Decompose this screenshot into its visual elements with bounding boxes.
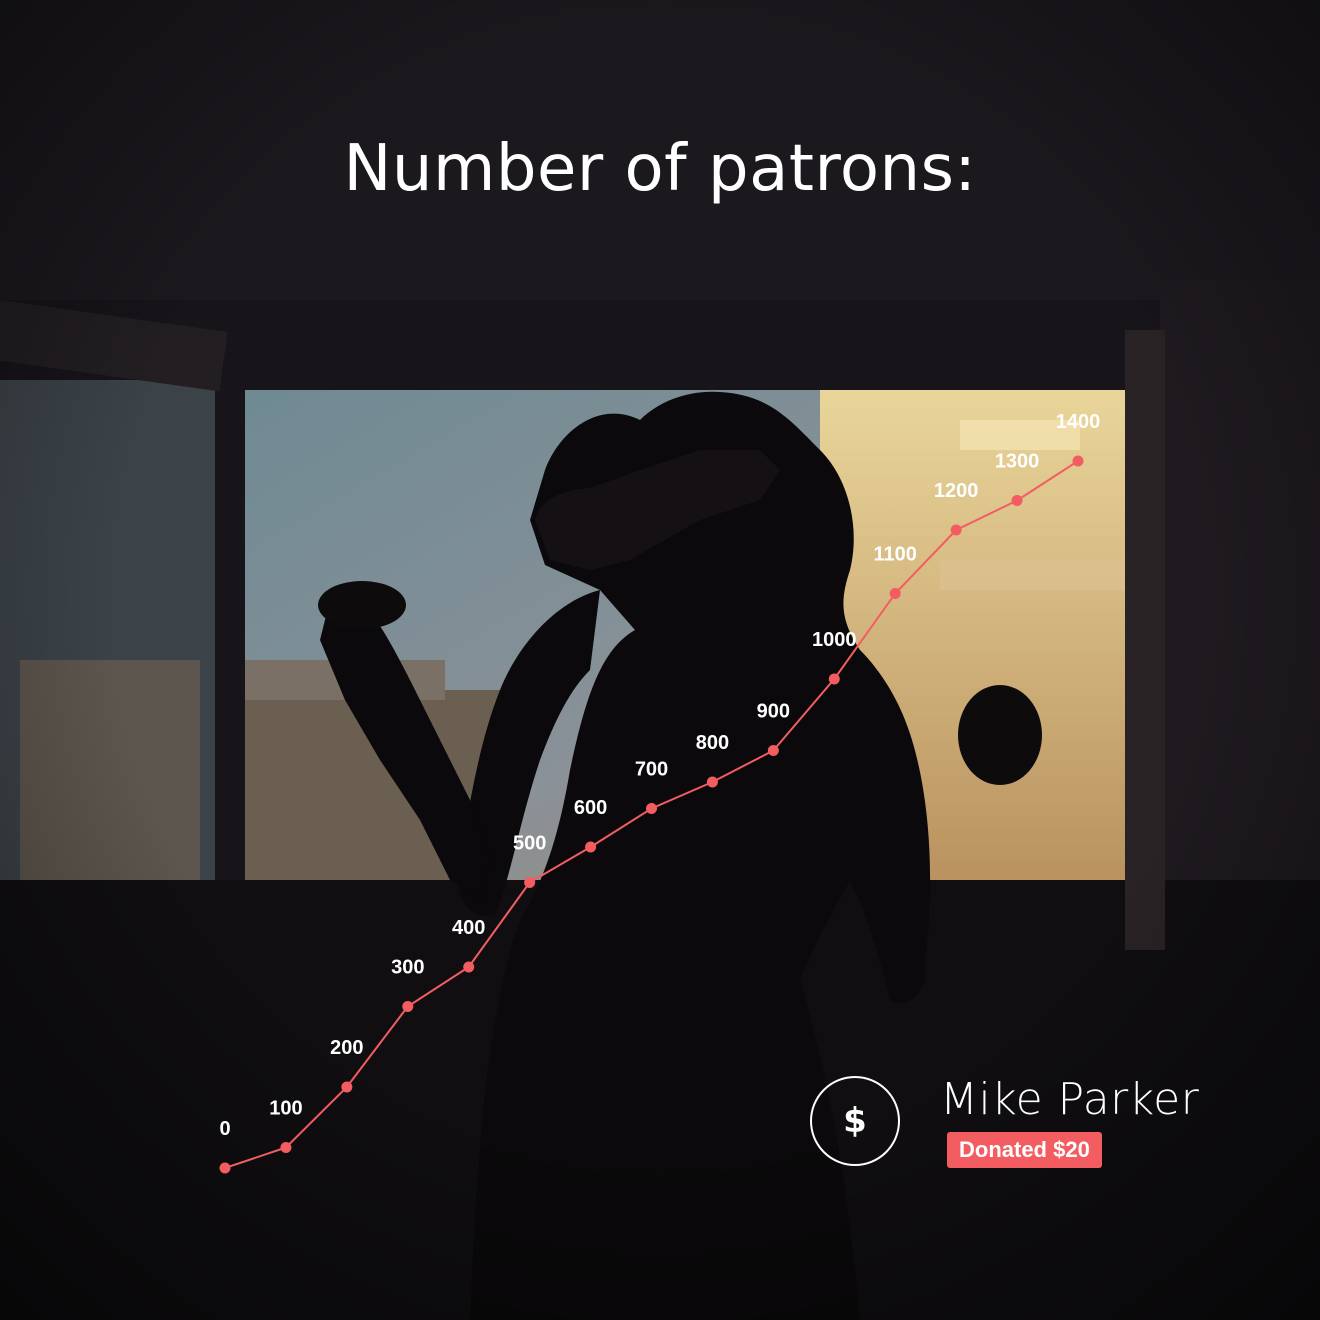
data-points-group <box>219 455 1084 1174</box>
data-point <box>767 745 779 756</box>
data-point <box>828 673 840 685</box>
data-point <box>1072 455 1084 467</box>
data-label: 600 <box>574 797 607 819</box>
donor-name: Mike Parker <box>940 1074 1200 1125</box>
data-labels-group: 0 100 200 300 400 500 600 700 800 900 1000 1100 1200… <box>219 411 1100 1140</box>
data-label: 200 <box>330 1037 363 1059</box>
data-point <box>402 1001 414 1012</box>
data-point <box>646 803 657 814</box>
data-point <box>524 877 536 888</box>
data-point <box>585 841 597 853</box>
series-line <box>224 460 1079 1169</box>
data-label: 500 <box>513 833 546 855</box>
data-label: 1400 <box>1056 411 1101 433</box>
data-label: 300 <box>391 957 424 979</box>
donation-notification: $ Mike Parker Donated $20 <box>810 1074 1210 1174</box>
data-label: 700 <box>635 759 668 781</box>
data-point <box>706 776 718 788</box>
data-point <box>280 1142 292 1153</box>
data-label: 900 <box>757 701 790 723</box>
data-label: 1200 <box>934 480 979 502</box>
data-label: 1100 <box>874 544 917 566</box>
data-point <box>463 961 475 973</box>
data-label: 800 <box>696 732 729 754</box>
donation-amount-badge: Donated $20 <box>947 1132 1102 1168</box>
poster: Number of patrons: 0 100 200 300 400 500 600 70… <box>0 0 1320 1320</box>
data-point <box>950 524 962 536</box>
data-label: 1000 <box>812 629 857 651</box>
dollar-icon: $ <box>810 1076 900 1166</box>
data-label: 400 <box>452 917 485 939</box>
series-line-group <box>224 460 1079 1169</box>
data-label: 0 <box>219 1118 230 1140</box>
data-point <box>341 1081 353 1093</box>
data-point <box>1011 495 1023 506</box>
dollar-icon-glyph: $ <box>843 1101 867 1141</box>
data-label: 100 <box>269 1098 302 1120</box>
data-point <box>889 588 901 599</box>
data-point <box>219 1162 231 1174</box>
data-label: 1300 <box>995 451 1040 473</box>
